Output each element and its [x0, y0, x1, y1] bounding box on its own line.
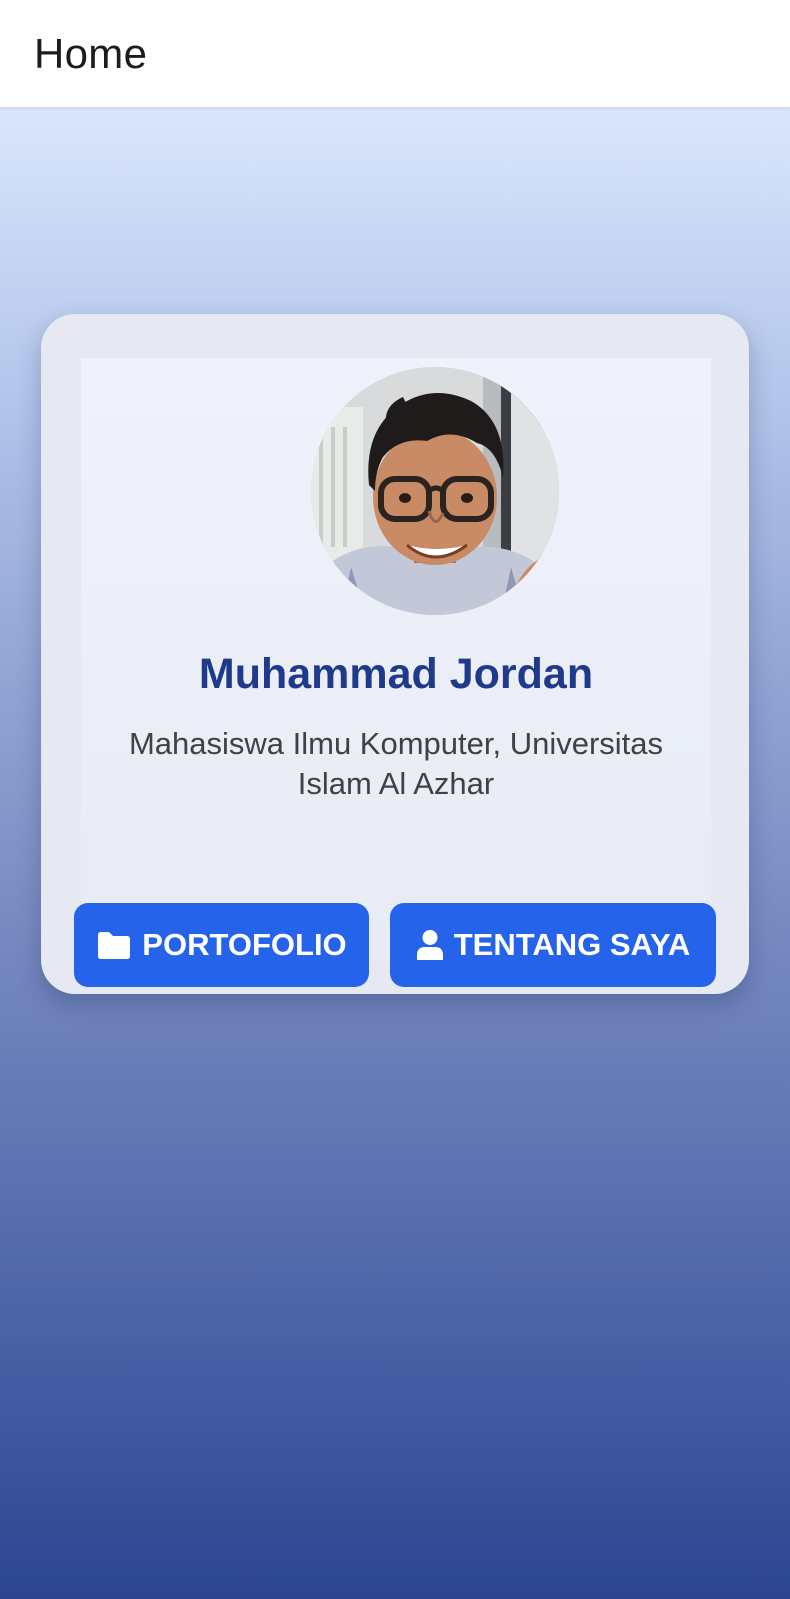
portfolio-button[interactable]: PORTOFOLIO [74, 903, 369, 987]
app-bar: Home [0, 0, 790, 108]
profile-name: Muhammad Jordan [198, 650, 594, 698]
avatar [311, 367, 559, 615]
about-me-button-label: TENTANG SAYA [453, 927, 691, 962]
profile-photo [311, 367, 559, 615]
user-icon [416, 929, 444, 961]
about-me-button[interactable]: TENTANG SAYA [390, 903, 716, 987]
portfolio-button-label: PORTOFOLIO [142, 927, 347, 962]
page-title: Home [34, 29, 148, 77]
profile-description: Mahasiswa Ilmu Komputer, Universitas Isl… [128, 726, 664, 801]
profile-card-content: Muhammad Jordan Mahasiswa Ilmu Komputer,… [74, 358, 716, 987]
profile-card: Muhammad Jordan Mahasiswa Ilmu Komputer,… [41, 314, 749, 994]
folder-icon [96, 930, 132, 960]
